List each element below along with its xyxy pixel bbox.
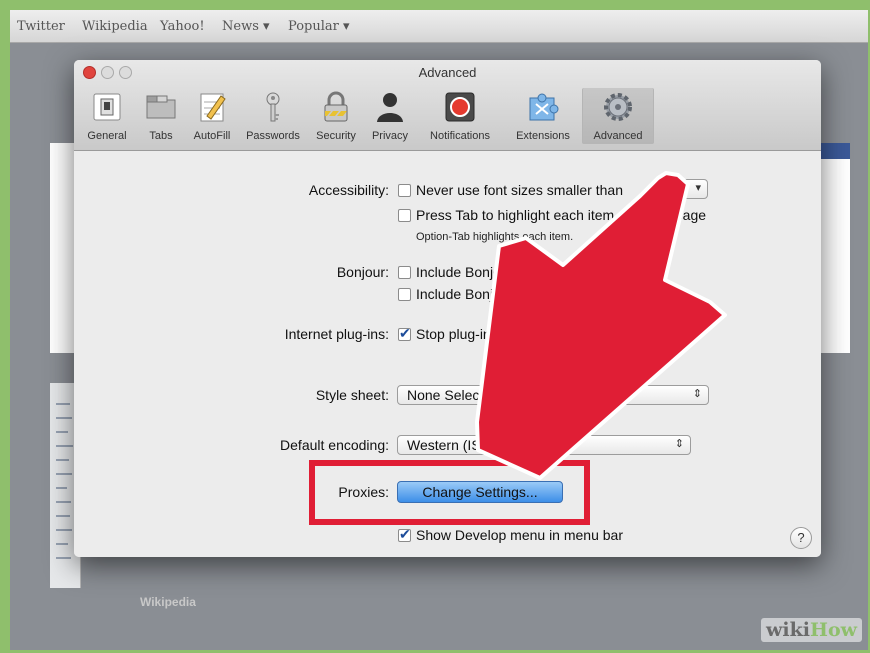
bookmark-news[interactable]: News ▾	[222, 19, 270, 34]
tab-passwords-label: Passwords	[246, 130, 300, 142]
tab-extensions-label: Extensions	[516, 130, 570, 142]
option-tab-hint: Option-Tab highlights each item.	[416, 231, 574, 243]
tab-notifications-label: Notifications	[430, 130, 490, 142]
bonjour-bookmarks-checkbox[interactable]	[398, 266, 411, 279]
min-font-size-select[interactable]: 9 ▾	[662, 179, 708, 199]
general-switch-icon	[93, 93, 121, 121]
tab-security-label: Security	[316, 130, 356, 142]
updown-arrows-icon: ⇕	[692, 388, 702, 400]
encoding-label: Default encoding:	[280, 437, 389, 453]
autofill-pencil-icon	[200, 93, 226, 122]
person-silhouette-icon	[377, 93, 403, 122]
tab-general[interactable]: General	[78, 88, 136, 144]
tab-tabs-label: Tabs	[149, 130, 173, 142]
change-settings-button[interactable]: Change Settings...	[397, 481, 563, 503]
tab-security[interactable]: Security	[308, 88, 364, 144]
tab-privacy[interactable]: Privacy	[366, 88, 414, 144]
tabs-icon	[146, 95, 176, 119]
padlock-icon	[324, 91, 348, 122]
puzzle-piece-icon	[529, 93, 559, 121]
accessibility-label: Accessibility:	[308, 182, 389, 198]
min-font-size-checkbox[interactable]	[398, 184, 411, 197]
tab-general-label: General	[87, 130, 127, 142]
window-titlebar: Advanced General Tabs AutoFill Passwords…	[74, 60, 821, 151]
tab-advanced-label: Advanced	[593, 130, 643, 142]
tab-privacy-label: Privacy	[371, 130, 409, 142]
tab-advanced[interactable]: Advanced	[582, 88, 654, 144]
chevron-down-icon: ▾	[695, 182, 701, 194]
stylesheet-label: Style sheet:	[315, 387, 389, 403]
bookmark-twitter[interactable]: Twitter	[17, 19, 65, 34]
tab-passwords[interactable]: Passwords	[240, 88, 306, 144]
updown-arrows-icon: ⇕	[674, 438, 684, 450]
stop-plugins-checkbox[interactable]	[398, 325, 411, 342]
press-tab-option: Press Tab to highlight each item on a we…	[416, 207, 707, 223]
bonjour-bookmarks-option: Include Bonjour in the Bookmarks menu	[416, 264, 665, 280]
screenshot-frame: Twitter Wikipedia Yahoo! News ▾ Popular …	[10, 10, 868, 650]
bookmark-yahoo[interactable]: Yahoo!	[160, 19, 205, 34]
tab-extensions[interactable]: Extensions	[506, 88, 580, 144]
encoding-select[interactable]: Western (ISO Latin 1) ⇕	[397, 435, 691, 455]
press-tab-checkbox[interactable]	[398, 209, 411, 222]
advanced-settings-panel: Accessibility: Never use font sizes smal…	[74, 151, 821, 557]
min-font-size-option: Never use font sizes smaller than	[416, 182, 623, 198]
plugins-label: Internet plug-ins:	[284, 326, 389, 342]
proxies-label: Proxies:	[338, 484, 389, 500]
bookmark-popular[interactable]: Popular ▾	[288, 19, 350, 34]
gear-icon	[604, 93, 632, 121]
tab-autofill[interactable]: AutoFill	[186, 88, 238, 144]
stylesheet-select[interactable]: None Selected ⇕	[397, 385, 709, 405]
tab-notifications[interactable]: Notifications	[416, 88, 504, 144]
key-icon	[266, 92, 280, 122]
window-title: Advanced	[418, 65, 477, 80]
show-develop-option: Show Develop menu in menu bar	[416, 527, 624, 543]
bookmark-wikipedia[interactable]: Wikipedia	[82, 19, 148, 34]
tab-autofill-label: AutoFill	[193, 130, 231, 142]
bonjour-favorites-option: Include Bonjour in the Favorites bar	[416, 286, 638, 302]
bonjour-favorites-checkbox[interactable]	[398, 288, 411, 301]
preferences-window: Advanced General Tabs AutoFill Passwords…	[74, 60, 821, 557]
help-button[interactable]: ?	[790, 527, 812, 549]
stop-plugins-option: Stop plug-ins to save power	[416, 326, 589, 342]
tab-tabs[interactable]: Tabs	[138, 88, 184, 144]
wikihow-watermark: wikiHow	[761, 618, 862, 642]
bookmarks-bar: Twitter Wikipedia Yahoo! News ▾ Popular …	[10, 10, 868, 43]
show-develop-checkbox[interactable]	[398, 526, 411, 543]
notification-record-icon	[445, 92, 475, 122]
bonjour-label: Bonjour:	[336, 264, 389, 280]
wikipedia-label: Wikipedia	[140, 595, 196, 609]
